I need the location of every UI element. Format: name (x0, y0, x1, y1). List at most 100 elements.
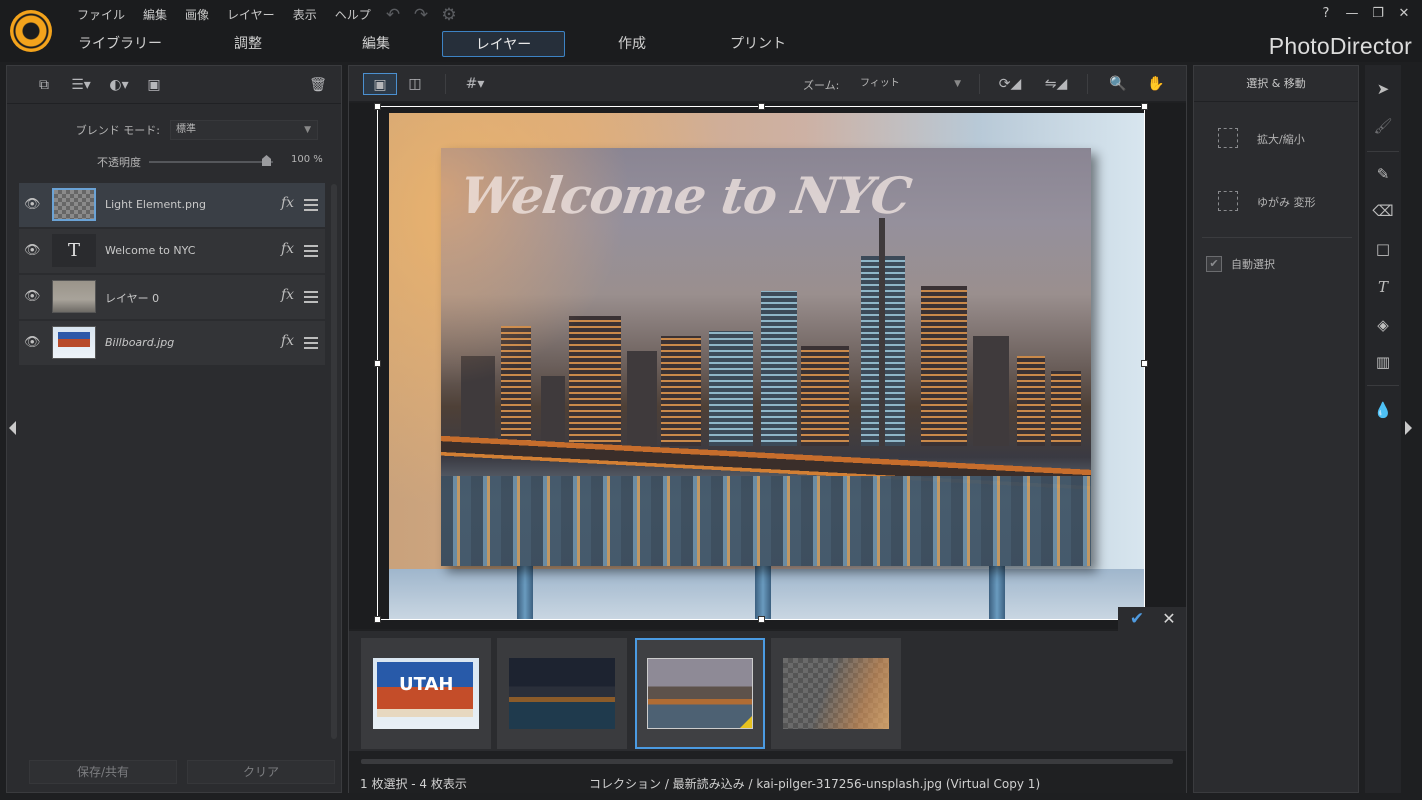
layer-row[interactable]: 👁 T Welcome to NYC fx (19, 229, 325, 273)
layer-name: Light Element.png (105, 198, 206, 211)
eye-icon[interactable]: 👁 (24, 335, 41, 351)
auto-select-checkbox[interactable]: ✔ (1206, 256, 1222, 272)
tab-library[interactable]: ライブラリー (70, 31, 170, 57)
tool-strip: ➤ 🖌 ✎ ⌫ □ T ◈ ▥ 💧 (1365, 65, 1401, 793)
adjust-icon[interactable] (304, 196, 318, 212)
single-view-icon[interactable]: ▣ (363, 73, 397, 95)
opacity-slider-thumb[interactable] (262, 155, 271, 166)
adjust-icon[interactable] (304, 288, 318, 304)
eraser-icon[interactable]: ⌫ (1371, 199, 1395, 223)
app-title: PhotoDirector (1268, 33, 1412, 59)
tab-create[interactable]: 作成 (582, 31, 682, 57)
menu-layer[interactable]: レイヤー (218, 6, 284, 24)
menu-file[interactable]: ファイル (68, 6, 134, 24)
resize-handle[interactable] (1141, 103, 1148, 110)
tab-print[interactable]: プリント (708, 31, 808, 57)
resize-handle[interactable] (374, 103, 381, 110)
eye-icon[interactable]: 👁 (24, 289, 41, 305)
filmstrip-item[interactable] (497, 638, 627, 749)
fx-icon[interactable]: fx (281, 241, 294, 257)
grid-icon[interactable]: #▾ (457, 73, 493, 95)
tab-adjust[interactable]: 調整 (198, 31, 298, 57)
tab-edit[interactable]: 編集 (326, 31, 426, 57)
adjust-icon[interactable] (304, 334, 318, 350)
resize-handle[interactable] (758, 616, 765, 623)
rectangle-icon[interactable]: □ (1371, 237, 1395, 261)
title-bar: ファイル 編集 画像 レイヤー 表示 ヘルプ ↶ ↷ ⚙ ? — ❐ ✕ Pho… (0, 0, 1422, 62)
resize-handle[interactable] (374, 616, 381, 623)
brush-icon[interactable]: 🖌 (1371, 114, 1395, 138)
layer-menu-icon[interactable]: ☰▾ (67, 75, 95, 95)
filmstrip-thumbnail (509, 658, 615, 729)
text-layer-thumbnail: T (52, 234, 96, 267)
blend-mode-select[interactable]: 標準 ▼ (170, 120, 318, 140)
transform-selection-box[interactable] (374, 103, 1148, 623)
gradient-icon[interactable]: ▥ (1371, 350, 1395, 374)
close-icon[interactable]: ✕ (1158, 608, 1180, 630)
settings-icon[interactable]: ⚙ (438, 5, 460, 25)
resize-handle[interactable] (758, 103, 765, 110)
zoom-icon[interactable]: 🔍 (1105, 73, 1131, 95)
compare-view-icon[interactable]: ◫ (401, 73, 429, 95)
layer-thumbnail (52, 326, 96, 359)
fx-icon[interactable]: fx (281, 333, 294, 349)
zoom-select[interactable]: フィット ▼ (857, 73, 965, 95)
scale-option[interactable]: 拡大/縮小 (1194, 125, 1358, 151)
select-move-panel: 選択 & 移動 拡大/縮小 ゆがみ 変形 ✔ 自動選択 (1193, 65, 1359, 793)
menu-view[interactable]: 表示 (284, 6, 326, 24)
filmstrip-item[interactable] (771, 638, 901, 749)
menu-help[interactable]: ヘルプ (326, 6, 380, 24)
redo-icon[interactable]: ↷ (410, 5, 432, 25)
layer-row[interactable]: 👁 Billboard.jpg fx (19, 321, 325, 365)
mask-icon[interactable]: ▣ (143, 75, 165, 95)
hand-icon[interactable]: ✋ (1143, 73, 1169, 95)
collapse-left-icon[interactable] (9, 421, 16, 435)
eye-icon[interactable]: 👁 (24, 243, 41, 259)
billboard-utah-text: UTAH (399, 674, 454, 695)
checkmark-icon[interactable]: ✔ (1126, 608, 1148, 630)
menu-image[interactable]: 画像 (176, 6, 218, 24)
help-button[interactable]: ? (1314, 4, 1338, 24)
minimize-button[interactable]: — (1340, 4, 1364, 24)
layers-scrollbar[interactable] (331, 184, 337, 739)
canvas[interactable]: Welcome to NYC (349, 103, 1186, 629)
filmstrip-item-selected[interactable] (635, 638, 765, 749)
filmstrip-item[interactable]: UTAH (361, 638, 491, 749)
filmstrip-scrollbar[interactable] (361, 759, 1173, 764)
fx-icon[interactable]: fx (281, 287, 294, 303)
flip-icon[interactable]: ⇋◢ (1039, 73, 1073, 95)
resize-handle[interactable] (1141, 360, 1148, 367)
close-window-button[interactable]: ✕ (1392, 4, 1416, 24)
tab-layers[interactable]: レイヤー (442, 31, 565, 57)
adjustment-layer-icon[interactable]: ◐▾ (105, 75, 133, 95)
blur-icon[interactable]: 💧 (1371, 398, 1395, 422)
menu-edit[interactable]: 編集 (134, 6, 176, 24)
adjust-icon[interactable] (304, 242, 318, 258)
trash-icon[interactable]: 🗑 (307, 75, 329, 95)
collapse-right-icon[interactable] (1405, 421, 1412, 435)
pen-icon[interactable]: ✎ (1371, 162, 1395, 186)
opacity-row: 不透明度 100 % (7, 150, 341, 172)
select-arrow-icon[interactable]: ➤ (1371, 77, 1395, 101)
rotate-icon[interactable]: ⟳◢ (993, 73, 1027, 95)
fill-icon[interactable]: ◈ (1371, 313, 1395, 337)
resize-handle[interactable] (374, 360, 381, 367)
clear-button[interactable]: クリア (187, 760, 335, 784)
new-layer-icon[interactable]: ⧉ (31, 75, 57, 95)
layer-row[interactable]: 👁 レイヤー 0 fx (19, 275, 325, 319)
save-share-button[interactable]: 保存/共有 (29, 760, 177, 784)
distort-option[interactable]: ゆがみ 変形 (1194, 188, 1358, 214)
layer-row[interactable]: 👁 Light Element.png fx (19, 183, 325, 227)
view-toolbar: ▣ ◫ #▾ ズーム: フィット ▼ ⟳◢ ⇋◢ 🔍 ✋ (349, 66, 1186, 102)
text-icon[interactable]: T (1371, 275, 1395, 299)
layer-name: Welcome to NYC (105, 244, 196, 257)
eye-icon[interactable]: 👁 (24, 197, 41, 213)
restore-button[interactable]: ❐ (1366, 4, 1390, 24)
opacity-value: 100 % (291, 154, 323, 165)
undo-icon[interactable]: ↶ (382, 5, 404, 25)
layer-thumbnail (52, 280, 96, 313)
zoom-label: ズーム: (803, 79, 840, 92)
opacity-slider[interactable] (149, 161, 273, 163)
layer-name: Billboard.jpg (105, 336, 175, 349)
fx-icon[interactable]: fx (281, 195, 294, 211)
